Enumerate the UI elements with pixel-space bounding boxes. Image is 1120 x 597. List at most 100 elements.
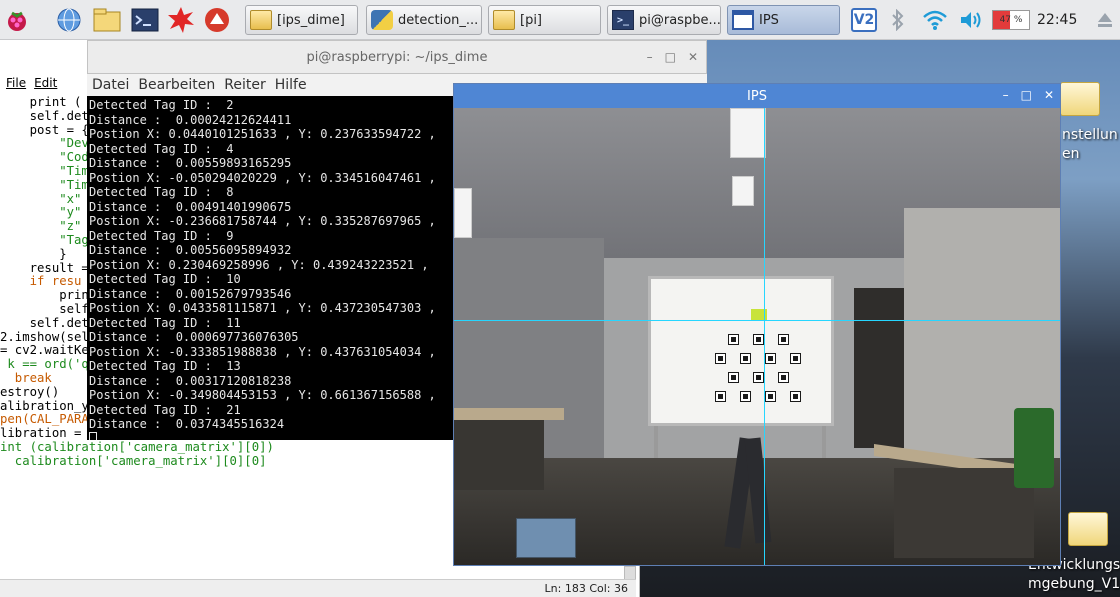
aruco-marker <box>778 372 789 383</box>
menu-edit[interactable]: Edit <box>34 76 57 90</box>
terminal-line: Postion X: -0.349804453153 , Y: 0.661367… <box>89 388 436 402</box>
task-ips-window[interactable]: IPS <box>727 5 840 35</box>
terminal-line: Detected Tag ID : 13 <box>89 359 241 373</box>
folder-icon <box>493 10 515 30</box>
terminal-line: Postion X: -0.050294020229 , Y: 0.334516… <box>89 170 436 185</box>
terminal-line: Distance : 0.00491401990675 <box>89 199 292 214</box>
cpu-usage-label: 47 % <box>999 15 1023 25</box>
aruco-marker <box>765 353 776 364</box>
task-ips-dime-folder[interactable]: [ips_dime] <box>245 5 358 35</box>
aruco-marker <box>728 372 739 383</box>
terminal-line: Postion X: -0.333851988838 , Y: 0.437631… <box>89 344 436 359</box>
aruco-marker <box>790 353 801 364</box>
eject-icon[interactable] <box>1094 8 1116 32</box>
ceiling-light <box>732 176 754 206</box>
terminal-output[interactable]: Detected Tag ID : 2 Distance : 0.00024212… <box>87 96 457 440</box>
menu-bearbeiten[interactable]: Bearbeiten <box>138 77 215 93</box>
bluetooth-icon[interactable] <box>889 8 907 32</box>
task-label: pi@raspbe... <box>639 12 721 28</box>
menu-datei[interactable]: Datei <box>92 77 129 93</box>
terminal-line: Detected Tag ID : 10 <box>89 272 241 286</box>
terminal-launcher-icon[interactable] <box>130 6 160 34</box>
editor-statusbar: Ln: 183 Col: 36 <box>0 579 636 597</box>
menu-hilfe[interactable]: Hilfe <box>275 77 307 93</box>
right-desk-base <box>894 468 1034 558</box>
terminal-line: Postion X: 0.0440101251633 , Y: 0.237633… <box>89 127 436 141</box>
whiteboard <box>648 276 834 426</box>
raspberry-menu-icon[interactable] <box>2 6 32 34</box>
terminal-line: Distance : 0.00559893165295 <box>89 156 292 170</box>
folder-icon <box>250 10 272 30</box>
aruco-marker <box>753 372 764 383</box>
ips-camera-window[interactable]: IPS – □ ✕ <box>453 83 1061 566</box>
desktop-folder-icon[interactable] <box>1068 512 1108 546</box>
aruco-marker <box>740 353 751 364</box>
browser-globe-icon[interactable] <box>54 6 84 34</box>
desktop-folder-label: en <box>1062 146 1080 162</box>
aruco-marker <box>765 391 776 402</box>
aruco-marker <box>753 334 764 345</box>
left-desk <box>454 408 564 420</box>
terminal-icon: >_ <box>612 10 634 30</box>
terminal-line: Postion X: 0.230469258996 , Y: 0.4392432… <box>89 257 429 272</box>
file-manager-icon[interactable] <box>92 6 122 34</box>
left-desk-cabinet <box>454 420 544 490</box>
terminal-line: Detected Tag ID : 8 <box>89 185 234 199</box>
maximize-icon[interactable]: □ <box>1021 88 1032 102</box>
terminal-prompt[interactable] <box>89 431 457 440</box>
math-starburst-icon[interactable] <box>166 6 196 34</box>
aruco-marker <box>790 391 801 402</box>
vnc-icon[interactable]: V2 <box>851 8 877 32</box>
ips-window-title: IPS <box>747 88 767 104</box>
ceiling-light <box>730 108 766 158</box>
terminal-line: Postion X: 0.0433581115871 , Y: 0.437230… <box>89 301 436 315</box>
aruco-marker <box>715 353 726 364</box>
aruco-marker <box>740 391 751 402</box>
top-panel: [ips_dime] detection_... [pi] >_ pi@rasp… <box>0 0 1120 40</box>
terminal-line: Distance : 0.00317120818238 <box>89 373 292 388</box>
minimize-icon[interactable]: – <box>1003 88 1009 102</box>
clock[interactable]: 22:45 <box>1037 12 1077 28</box>
task-terminal[interactable]: >_ pi@raspbe... <box>607 5 721 35</box>
task-label: [ips_dime] <box>277 12 345 28</box>
task-pi-folder[interactable]: [pi] <box>488 5 601 35</box>
terminal-line: Distance : 0.000697736076305 <box>89 330 299 344</box>
wolfram-icon[interactable] <box>202 6 232 34</box>
close-icon[interactable]: ✕ <box>688 50 698 64</box>
terminal-line: Detected Tag ID : 11 <box>89 315 241 330</box>
desktop-folder-label: mgebung_V1 <box>1028 576 1120 592</box>
aruco-marker <box>715 391 726 402</box>
ips-titlebar[interactable]: IPS – □ ✕ <box>454 84 1060 108</box>
close-icon[interactable]: ✕ <box>1044 88 1054 102</box>
terminal-line: Distance : 0.0374345516324 <box>89 417 285 431</box>
aruco-marker <box>728 334 739 345</box>
task-label: [pi] <box>520 12 543 28</box>
terminal-line: Distance : 0.00556095894932 <box>89 243 292 257</box>
storage-box <box>516 518 576 558</box>
volume-icon[interactable] <box>958 8 984 32</box>
task-label: detection_... <box>398 12 479 28</box>
desktop-folder-icon[interactable] <box>1060 82 1100 116</box>
python-icon <box>371 10 393 30</box>
task-label: IPS <box>759 12 779 28</box>
terminal-line: Detected Tag ID : 2 <box>89 98 234 112</box>
window-icon <box>732 10 754 30</box>
terminal-cursor <box>89 431 97 440</box>
menu-reiter[interactable]: Reiter <box>224 77 265 93</box>
maximize-icon[interactable]: □ <box>665 50 676 64</box>
wifi-icon[interactable] <box>921 8 949 32</box>
terminal-line: Distance : 0.00024212624411 <box>89 112 292 127</box>
camera-feed[interactable] <box>454 108 1060 565</box>
terminal-line: Detected Tag ID : 21 <box>89 402 241 417</box>
terminal-line: Postion X: -0.236681758744 , Y: 0.335287… <box>89 214 436 228</box>
menu-file[interactable]: File <box>6 76 26 90</box>
terminal-line: Distance : 0.00152679793546 <box>89 286 292 301</box>
terminal-titlebar[interactable]: pi@raspberrypi: ~/ips_dime – □ ✕ <box>87 40 707 74</box>
terminal-title: pi@raspberrypi: ~/ips_dime <box>306 49 488 65</box>
ceiling-light <box>454 188 472 238</box>
minimize-icon[interactable]: – <box>647 50 653 64</box>
terminal-line: Detected Tag ID : 9 <box>89 228 234 243</box>
terminal-line: Detected Tag ID : 4 <box>89 141 234 156</box>
cursor-position: Ln: 183 Col: 36 <box>544 582 628 595</box>
task-detection-python[interactable]: detection_... <box>366 5 482 35</box>
